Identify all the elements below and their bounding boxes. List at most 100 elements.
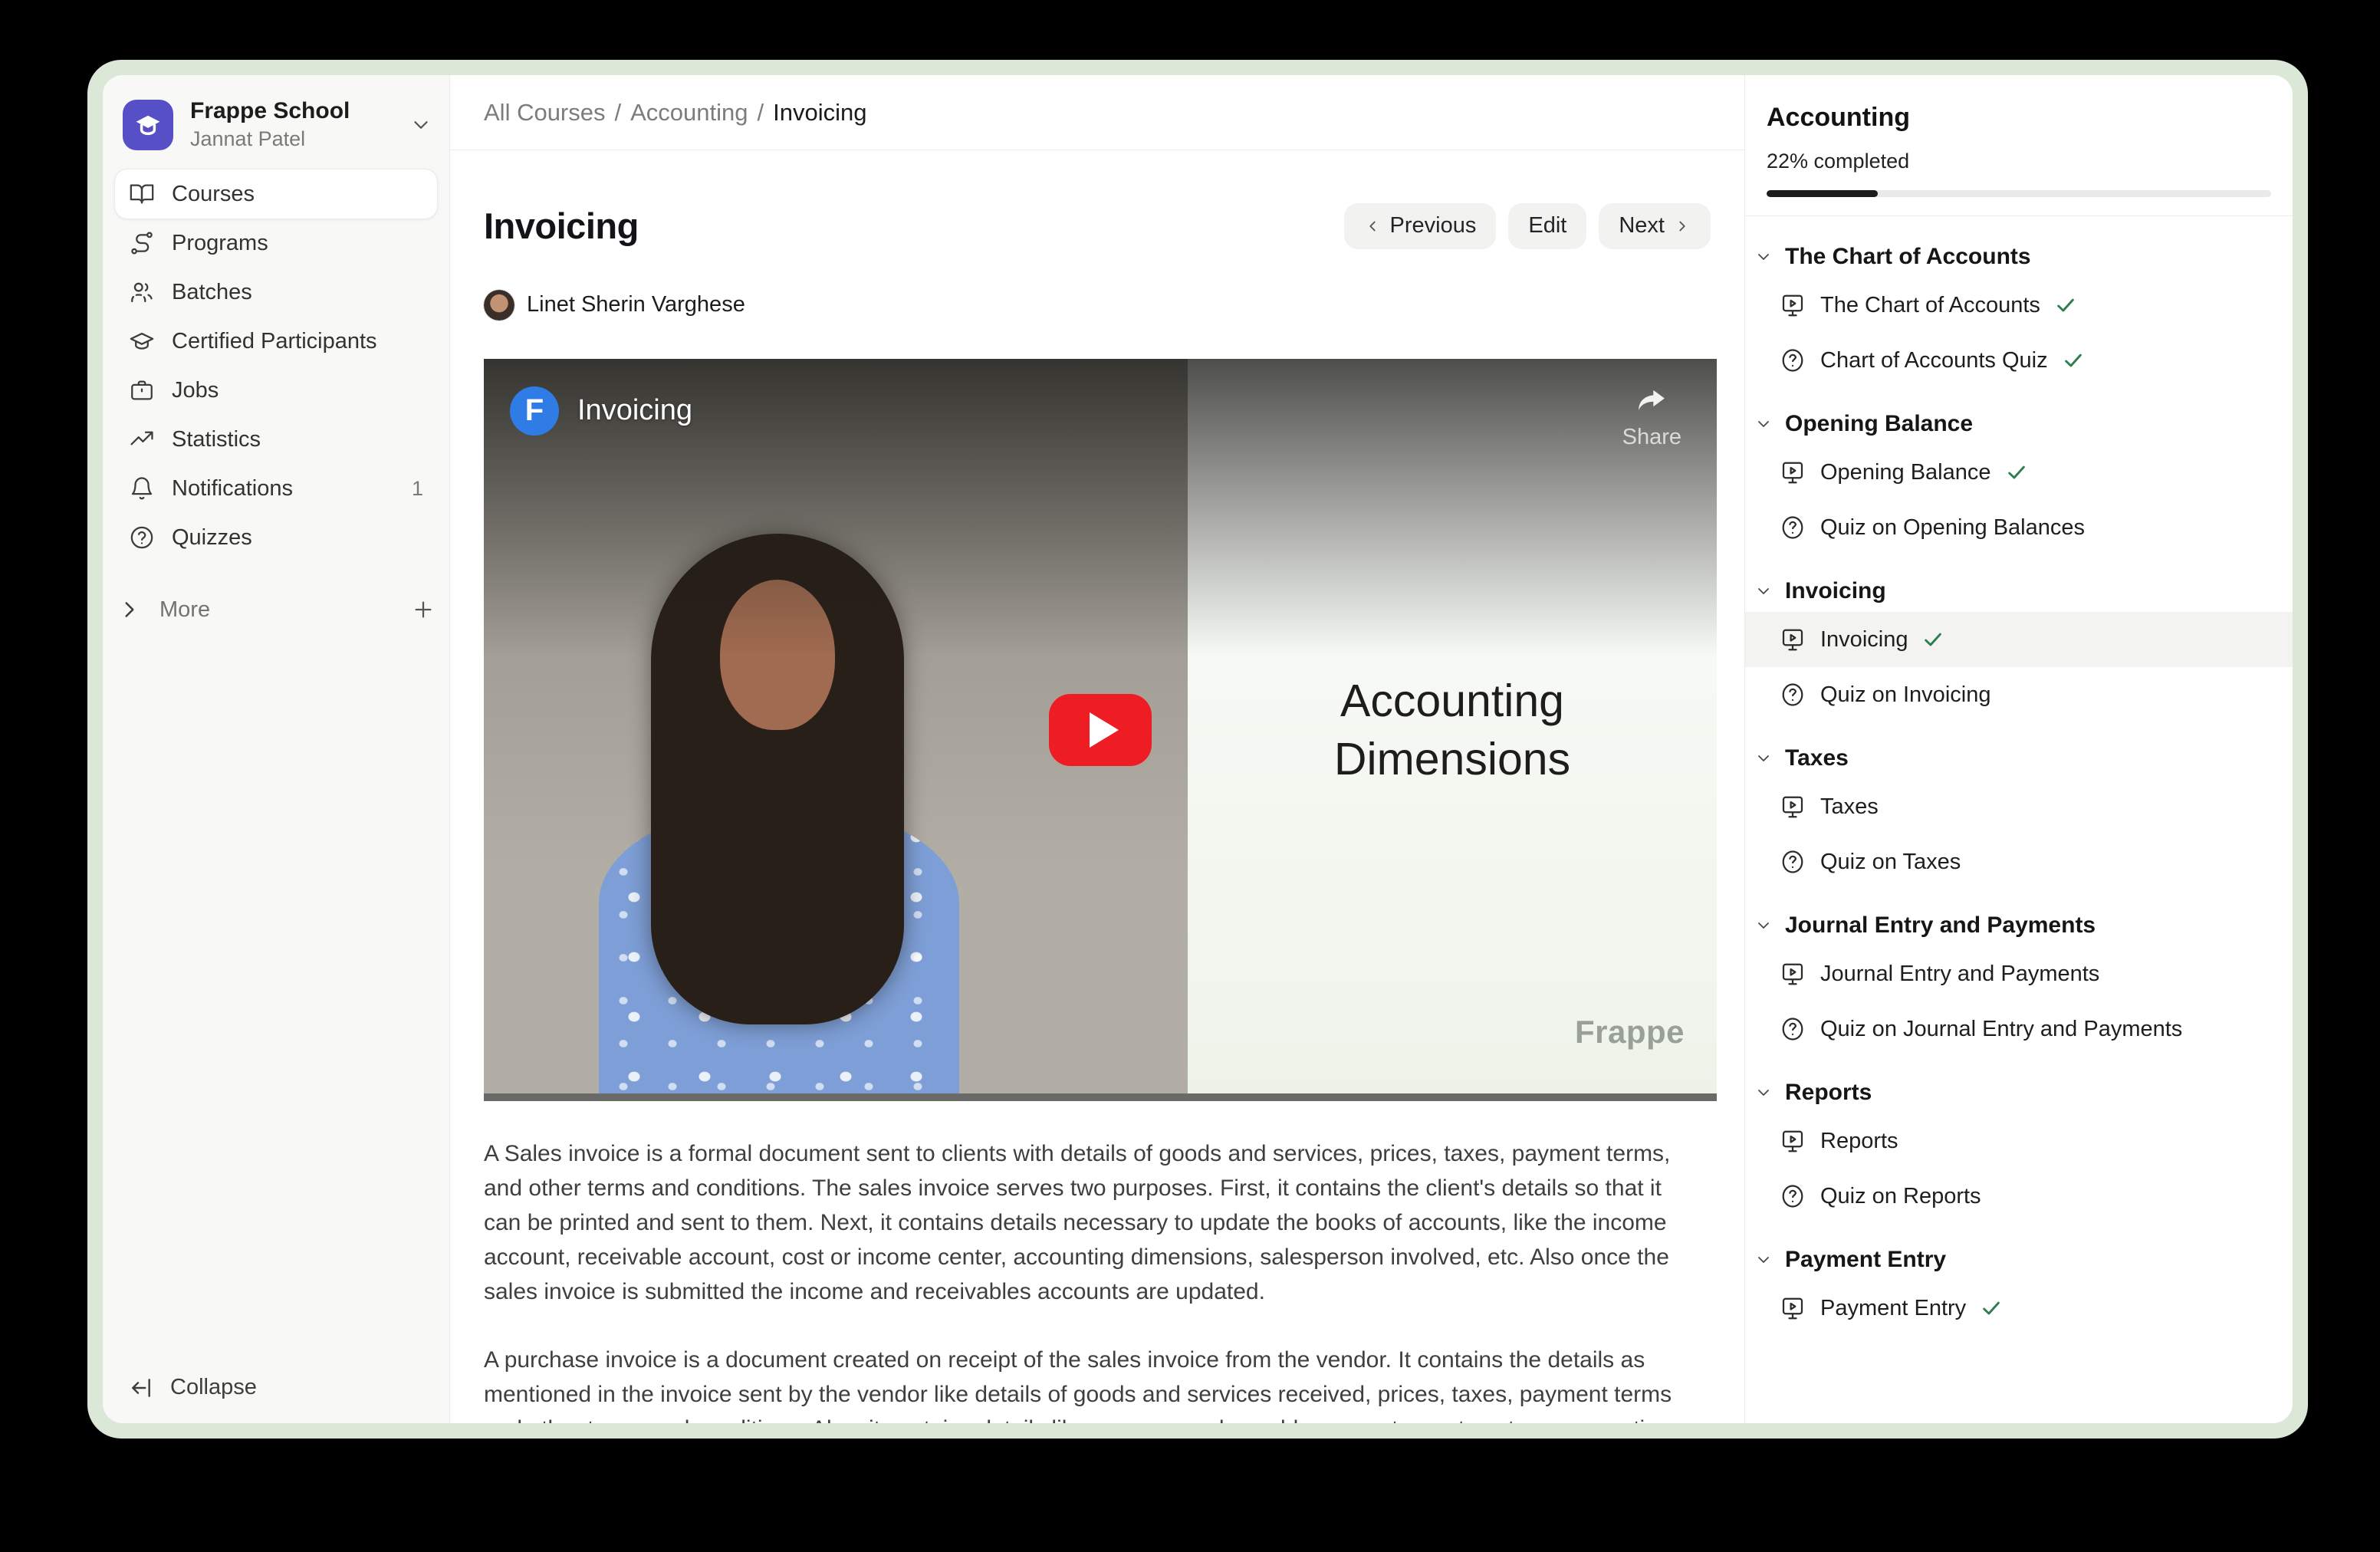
play-button[interactable] (1049, 694, 1152, 766)
sidebar-item-courses[interactable]: Courses (115, 169, 437, 219)
sidebar-item-certified-participants[interactable]: Certified Participants (115, 317, 437, 366)
book-open-icon (129, 181, 155, 207)
video-title[interactable]: Invoicing (577, 394, 692, 427)
outline-item-label: Payment Entry (1820, 1296, 1966, 1321)
outline-section-opening-balance[interactable]: Opening Balance (1745, 403, 2293, 445)
outline-section: Taxes Taxes Quiz on Taxes (1745, 738, 2293, 889)
breadcrumb-separator: / (758, 99, 764, 127)
outline-quiz-quiz-on-opening-balances[interactable]: Quiz on Opening Balances (1745, 500, 2293, 555)
graduation-cap-icon (132, 109, 164, 141)
lesson-content: Invoicing Previous Edit Next (450, 150, 1744, 1423)
sidebar-item-label: Jobs (172, 378, 219, 403)
sidebar-item-label: Quizzes (172, 525, 252, 551)
channel-avatar[interactable]: F (510, 386, 559, 436)
trending-up-icon (129, 426, 155, 452)
collapse-sidebar-button[interactable]: Collapse (103, 1353, 449, 1423)
outline-lesson-opening-balance[interactable]: Opening Balance (1745, 445, 2293, 500)
outline-lesson-payment-entry[interactable]: Payment Entry (1745, 1281, 2293, 1336)
outline-section-reports[interactable]: Reports (1745, 1072, 2293, 1113)
add-icon[interactable] (411, 597, 436, 622)
video-progress-bar[interactable] (484, 1093, 1717, 1101)
chevron-down-icon (1754, 749, 1773, 768)
sidebar-item-more[interactable]: More (103, 585, 449, 634)
outline-lesson-journal-entry-and-payments[interactable]: Journal Entry and Payments (1745, 946, 2293, 1001)
outline-item-label: Quiz on Taxes (1820, 850, 1961, 875)
sidebar-item-label: Batches (172, 280, 252, 305)
sidebar-item-statistics[interactable]: Statistics (115, 415, 437, 464)
programs-icon (129, 230, 155, 256)
breadcrumb: All Courses / Accounting / Invoicing (450, 75, 1744, 150)
course-outline-list: The Chart of Accounts The Chart of Accoun… (1745, 216, 2293, 1423)
author-name: Linet Sherin Varghese (527, 292, 745, 317)
sidebar-nav: Courses Programs Batches Certified Particip… (103, 169, 449, 562)
quiz-icon (1779, 848, 1806, 876)
sidebar-item-label: Courses (172, 182, 255, 207)
outline-section-the-chart-of-accounts[interactable]: The Chart of Accounts (1745, 236, 2293, 278)
paragraph: A Sales invoice is a formal document sen… (484, 1136, 1695, 1309)
workspace-switcher[interactable]: Frappe School Jannat Patel (103, 75, 449, 169)
sidebar-item-programs[interactable]: Programs (115, 219, 437, 268)
lesson-video-icon (1779, 459, 1806, 486)
lesson-video-icon (1779, 793, 1806, 820)
previous-button[interactable]: Previous (1344, 203, 1497, 249)
sidebar-item-label: Notifications (172, 476, 293, 501)
progress-bar (1767, 190, 2271, 197)
workspace-title: Frappe School (190, 98, 350, 124)
outline-item-label: The Chart of Accounts (1820, 293, 2040, 318)
outline-section: Invoicing Invoicing Quiz on Invoicing (1745, 570, 2293, 722)
outline-item-label: Chart of Accounts Quiz (1820, 348, 2048, 373)
course-outline-panel: Accounting 22% completed The Chart of Ac… (1744, 75, 2293, 1423)
outline-section: The Chart of Accounts The Chart of Accoun… (1745, 236, 2293, 388)
outline-quiz-quiz-on-invoicing[interactable]: Quiz on Invoicing (1745, 667, 2293, 722)
outline-section-taxes[interactable]: Taxes (1745, 738, 2293, 779)
outline-item-label: Quiz on Journal Entry and Payments (1820, 1017, 2182, 1042)
quiz-icon (1779, 1182, 1806, 1210)
app-window: Frappe School Jannat Patel Courses Progra… (103, 75, 2293, 1423)
share-icon (1634, 383, 1669, 419)
outline-item-label: Invoicing (1820, 627, 1908, 653)
next-button[interactable]: Next (1599, 203, 1711, 249)
graduation-cap-icon (129, 328, 155, 354)
video-title-overlay[interactable]: F Invoicing (510, 386, 692, 436)
breadcrumb-accounting[interactable]: Accounting (630, 99, 748, 127)
outline-lesson-the-chart-of-accounts[interactable]: The Chart of Accounts (1745, 278, 2293, 333)
outline-item-label: Reports (1820, 1129, 1898, 1154)
outline-lesson-reports[interactable]: Reports (1745, 1113, 2293, 1169)
chevron-down-icon (1754, 1083, 1773, 1102)
chevron-down-icon (1754, 248, 1773, 266)
outline-section-title: Taxes (1785, 745, 1849, 771)
lesson-video-icon (1779, 960, 1806, 988)
more-label: More (159, 597, 210, 623)
outline-quiz-quiz-on-taxes[interactable]: Quiz on Taxes (1745, 834, 2293, 889)
author-avatar (484, 290, 514, 321)
sidebar-item-quizzes[interactable]: Quizzes (115, 513, 437, 562)
outline-section-invoicing[interactable]: Invoicing (1745, 570, 2293, 612)
author-row: Linet Sherin Varghese (484, 290, 1711, 321)
outline-section-title: The Chart of Accounts (1785, 244, 2031, 270)
main-content: All Courses / Accounting / Invoicing Inv… (450, 75, 1744, 1423)
outline-lesson-invoicing[interactable]: Invoicing (1745, 612, 2293, 667)
check-icon (2005, 461, 2028, 484)
outline-section-journal-entry-and-payments[interactable]: Journal Entry and Payments (1745, 905, 2293, 946)
outline-section-title: Invoicing (1785, 578, 1886, 604)
check-icon (1921, 628, 1944, 651)
outline-item-label: Opening Balance (1820, 460, 1991, 485)
sidebar-item-notifications[interactable]: Notifications1 (115, 464, 437, 513)
breadcrumb-separator: / (615, 99, 622, 127)
video-player[interactable]: Accounting Dimensions Frappe F Invoicing… (484, 359, 1717, 1101)
course-title: Accounting (1767, 103, 2271, 133)
outline-section-payment-entry[interactable]: Payment Entry (1745, 1239, 2293, 1281)
bell-icon (129, 475, 155, 501)
outline-quiz-quiz-on-reports[interactable]: Quiz on Reports (1745, 1169, 2293, 1224)
chevron-left-icon (1364, 218, 1381, 235)
chevron-down-icon (1754, 1251, 1773, 1269)
outline-quiz-quiz-on-journal-entry-and-payments[interactable]: Quiz on Journal Entry and Payments (1745, 1001, 2293, 1057)
breadcrumb-all-courses[interactable]: All Courses (484, 99, 606, 127)
outline-lesson-taxes[interactable]: Taxes (1745, 779, 2293, 834)
sidebar-item-jobs[interactable]: Jobs (115, 366, 437, 415)
edit-button[interactable]: Edit (1508, 203, 1586, 249)
sidebar-item-batches[interactable]: Batches (115, 268, 437, 317)
share-button[interactable]: Share (1622, 383, 1681, 450)
chevron-down-icon (409, 113, 432, 136)
outline-quiz-chart-of-accounts-quiz[interactable]: Chart of Accounts Quiz (1745, 333, 2293, 388)
